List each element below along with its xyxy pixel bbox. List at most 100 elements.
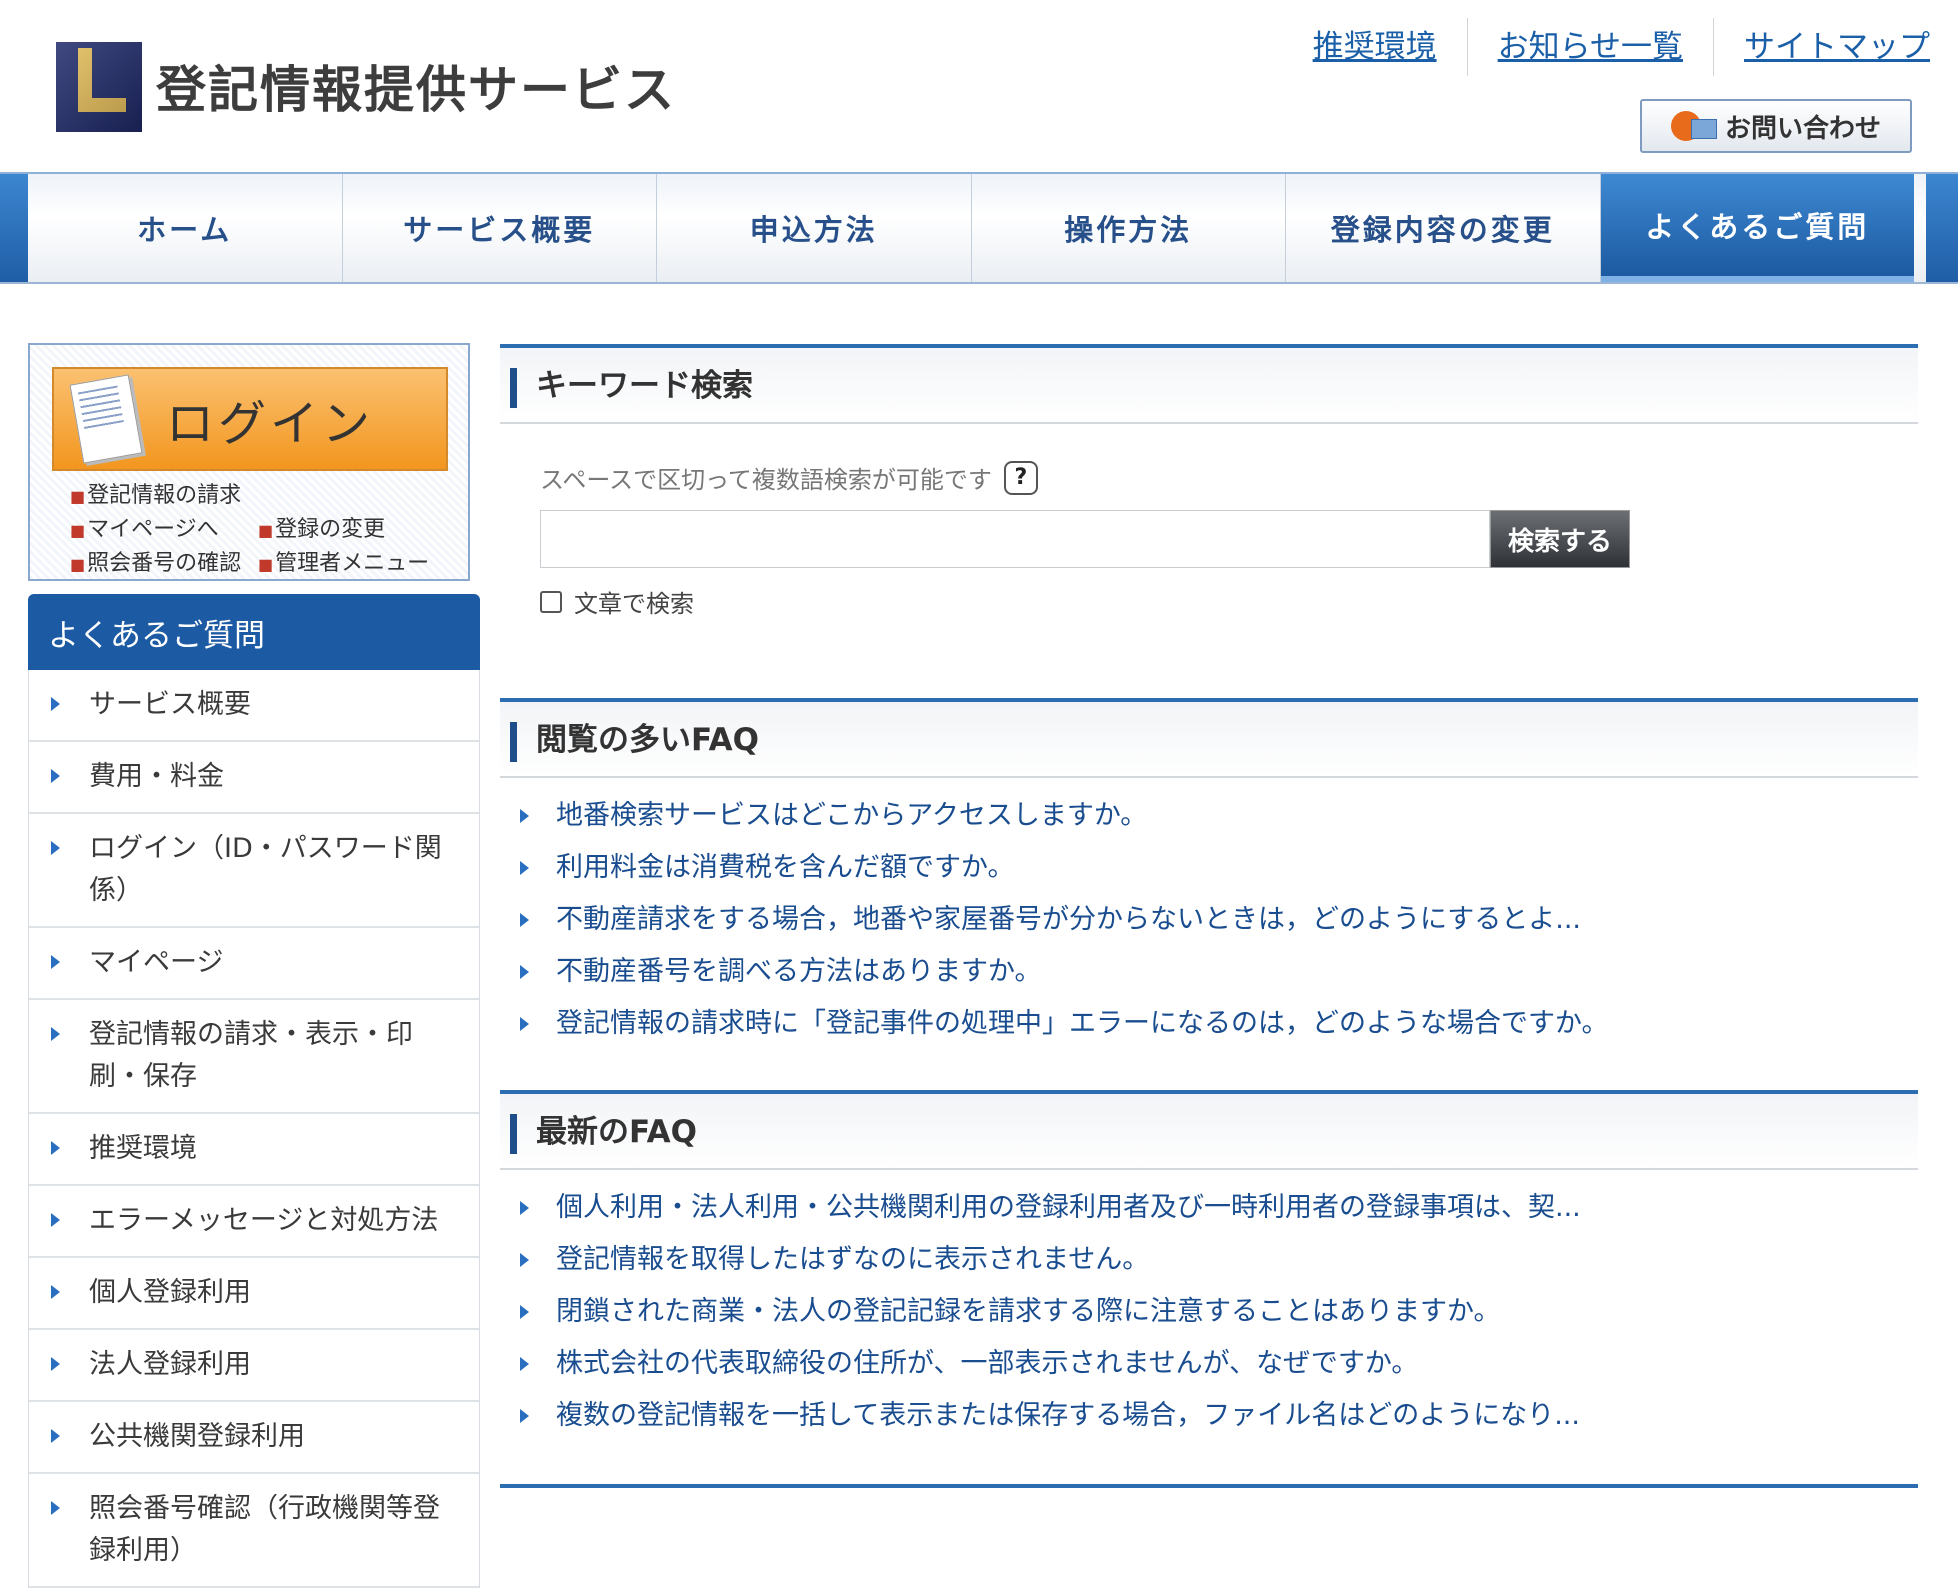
fulltext-checkbox[interactable] [540, 590, 562, 613]
login-link-inquiry-number[interactable]: 照会番号の確認 [70, 545, 258, 577]
keyword-search-section: キーワード検索 スペースで区切って複数語検索が可能です ? 検索する 文章で検索 [500, 344, 1918, 618]
faq-category-label: サービス概要 [89, 689, 251, 720]
login-link-admin-menu[interactable]: 管理者メニュー [258, 545, 448, 577]
faq-category-item[interactable]: 費用・料金 [29, 742, 479, 814]
faq-category-label: マイページ [89, 947, 224, 978]
faq-category-item[interactable]: 照会番号確認（行政機関等登録利用） [29, 1474, 479, 1588]
faq-link-text: 個人利用・法人利用・公共機関利用の登録利用者及び一時利用者の登録事項は、契... [556, 1192, 1581, 1223]
fulltext-checkbox-row[interactable]: 文章で検索 [540, 584, 694, 619]
logo-shade [56, 42, 142, 132]
faq-link-text: 利用料金は消費税を含んだ額ですか。 [556, 852, 1015, 883]
faq-category-label: 照会番号確認（行政機関等登録利用） [89, 1493, 440, 1566]
arrow-right-icon [520, 1017, 529, 1031]
arrow-right-icon [51, 769, 60, 783]
faq-link-text: 地番検索サービスはどこからアクセスしますか。 [556, 800, 1148, 831]
section-header: 最新のFAQ [500, 1090, 1918, 1170]
nav-service-overview[interactable]: サービス概要 [343, 174, 657, 282]
faq-category-label: 公共機関登録利用 [89, 1421, 305, 1452]
faq-link[interactable]: 閉鎖された商業・法人の登記記録を請求する際に注意することはありますか。 [500, 1286, 1918, 1338]
latest-faq-list: 個人利用・法人利用・公共機関利用の登録利用者及び一時利用者の登録事項は、契...… [500, 1182, 1918, 1442]
nav-registration-change[interactable]: 登録内容の変更 [1286, 174, 1601, 282]
faq-category-label: ログイン（ID・パスワード関係） [89, 833, 442, 906]
arrow-right-icon [520, 913, 529, 927]
site-header: 登記情報提供サービス 推奨環境 お知らせ一覧 サイトマップ お問い合わせ [0, 0, 1958, 172]
faq-link[interactable]: 複数の登記情報を一括して表示または保存する場合，ファイル名はどのようになり... [500, 1390, 1918, 1442]
nav-items: ホーム サービス概要 申込方法 操作方法 登録内容の変更 よくあるご質問 [28, 174, 1914, 282]
nav-faq[interactable]: よくあるご質問 [1600, 174, 1914, 282]
arrow-right-icon [520, 809, 529, 823]
faq-link[interactable]: 不動産請求をする場合，地番や家屋番号が分からないときは，どのようにするとよ... [500, 894, 1918, 946]
login-button[interactable]: ログイン [52, 367, 448, 471]
popular-faq-list: 地番検索サービスはどこからアクセスしますか。 利用料金は消費税を含んだ額ですか。… [500, 790, 1918, 1050]
login-panel: ログイン 登記情報の請求 マイページへ 登録の変更 照会番号の確認 管理者メニュ… [28, 343, 470, 581]
faq-link[interactable]: 不動産番号を調べる方法はありますか。 [500, 946, 1918, 998]
faq-category-label: 法人登録利用 [89, 1349, 251, 1380]
login-link-mypage[interactable]: マイページへ [70, 511, 258, 543]
arrow-right-icon [520, 1253, 529, 1267]
faq-link[interactable]: 登記情報を取得したはずなのに表示されません。 [500, 1234, 1918, 1286]
nav-home[interactable]: ホーム [28, 174, 343, 282]
contact-button[interactable]: お問い合わせ [1640, 99, 1912, 153]
login-button-label: ログイン [165, 396, 374, 452]
popular-faq-heading: 閲覧の多いFAQ [536, 722, 759, 758]
nav-edge-right [1926, 174, 1958, 282]
faq-category-item[interactable]: 法人登録利用 [29, 1330, 479, 1402]
latest-faq-heading: 最新のFAQ [536, 1114, 697, 1150]
arrow-right-icon [51, 697, 60, 711]
arrow-right-icon [51, 955, 60, 969]
site-logo[interactable] [56, 42, 142, 132]
arrow-right-icon [51, 1429, 60, 1443]
faq-link[interactable]: 株式会社の代表取締役の住所が、一部表示されませんが、なぜですか。 [500, 1338, 1918, 1390]
faq-link-text: 株式会社の代表取締役の住所が、一部表示されませんが、なぜですか。 [556, 1348, 1419, 1379]
faq-link[interactable]: 地番検索サービスはどこからアクセスしますか。 [500, 790, 1918, 842]
heading-marker [510, 1114, 517, 1154]
faq-category-item[interactable]: サービス概要 [29, 670, 479, 742]
search-hint-text: スペースで区切って複数語検索が可能です [540, 466, 992, 494]
link-news-list[interactable]: お知らせ一覧 [1466, 18, 1713, 76]
faq-sidebar: よくあるご質問 サービス概要 費用・料金 ログイン（ID・パスワード関係） マイ… [28, 594, 480, 1588]
faq-link[interactable]: 個人利用・法人利用・公共機関利用の登録利用者及び一時利用者の登録事項は、契... [500, 1182, 1918, 1234]
faq-link-text: 閉鎖された商業・法人の登記記録を請求する際に注意することはありますか。 [556, 1296, 1501, 1327]
popular-faq-section: 閲覧の多いFAQ 地番検索サービスはどこからアクセスしますか。 利用料金は消費税… [500, 698, 1918, 1039]
arrow-right-icon [51, 1501, 60, 1515]
faq-category-item[interactable]: 登記情報の請求・表示・印刷・保存 [29, 1000, 479, 1114]
arrow-right-icon [51, 1285, 60, 1299]
site-title[interactable]: 登記情報提供サービス [156, 50, 676, 122]
arrow-right-icon [520, 965, 529, 979]
search-button[interactable]: 検索する [1490, 510, 1630, 568]
arrow-right-icon [51, 1357, 60, 1371]
section-divider [500, 1484, 1918, 1488]
help-icon[interactable]: ? [1003, 460, 1038, 495]
faq-sidebar-list: サービス概要 費用・料金 ログイン（ID・パスワード関係） マイページ 登記情報… [28, 670, 480, 1588]
faq-category-label: エラーメッセージと対処方法 [89, 1205, 439, 1236]
link-recommended-environment[interactable]: 推奨環境 [1283, 18, 1467, 76]
faq-link[interactable]: 利用料金は消費税を含んだ額ですか。 [500, 842, 1918, 894]
heading-marker [510, 722, 517, 762]
login-link-request[interactable]: 登記情報の請求 [70, 477, 448, 509]
faq-link-text: 登記情報の請求時に「登記事件の処理中」エラーになるのは，どのような場合ですか。 [556, 1008, 1609, 1039]
link-sitemap[interactable]: サイトマップ [1713, 18, 1930, 76]
arrow-right-icon [520, 861, 529, 875]
faq-category-label: 個人登録利用 [89, 1277, 251, 1308]
phone-mail-icon [1670, 109, 1717, 143]
nav-application[interactable]: 申込方法 [657, 174, 972, 282]
faq-link-text: 不動産番号を調べる方法はありますか。 [556, 956, 1042, 987]
keyword-search-heading: キーワード検索 [536, 368, 753, 404]
faq-link[interactable]: 登記情報の請求時に「登記事件の処理中」エラーになるのは，どのような場合ですか。 [500, 998, 1918, 1050]
arrow-right-icon [51, 1213, 60, 1227]
section-header: 閲覧の多いFAQ [500, 698, 1918, 778]
faq-category-item[interactable]: エラーメッセージと対処方法 [29, 1186, 479, 1258]
login-link-change[interactable]: 登録の変更 [258, 511, 448, 543]
faq-category-item[interactable]: 公共機関登録利用 [29, 1402, 479, 1474]
faq-category-item[interactable]: 個人登録利用 [29, 1258, 479, 1330]
faq-link-text: 登記情報を取得したはずなのに表示されません。 [556, 1244, 1150, 1275]
search-input[interactable] [540, 510, 1490, 568]
nav-operation[interactable]: 操作方法 [972, 174, 1286, 282]
faq-category-item[interactable]: ログイン（ID・パスワード関係） [29, 814, 479, 928]
search-hint: スペースで区切って複数語検索が可能です ? [540, 460, 1038, 495]
arrow-right-icon [51, 1141, 60, 1155]
utility-links: 推奨環境 お知らせ一覧 サイトマップ [1283, 18, 1930, 76]
faq-category-item[interactable]: マイページ [29, 928, 479, 1000]
arrow-right-icon [51, 1027, 60, 1041]
faq-category-item[interactable]: 推奨環境 [29, 1114, 479, 1186]
